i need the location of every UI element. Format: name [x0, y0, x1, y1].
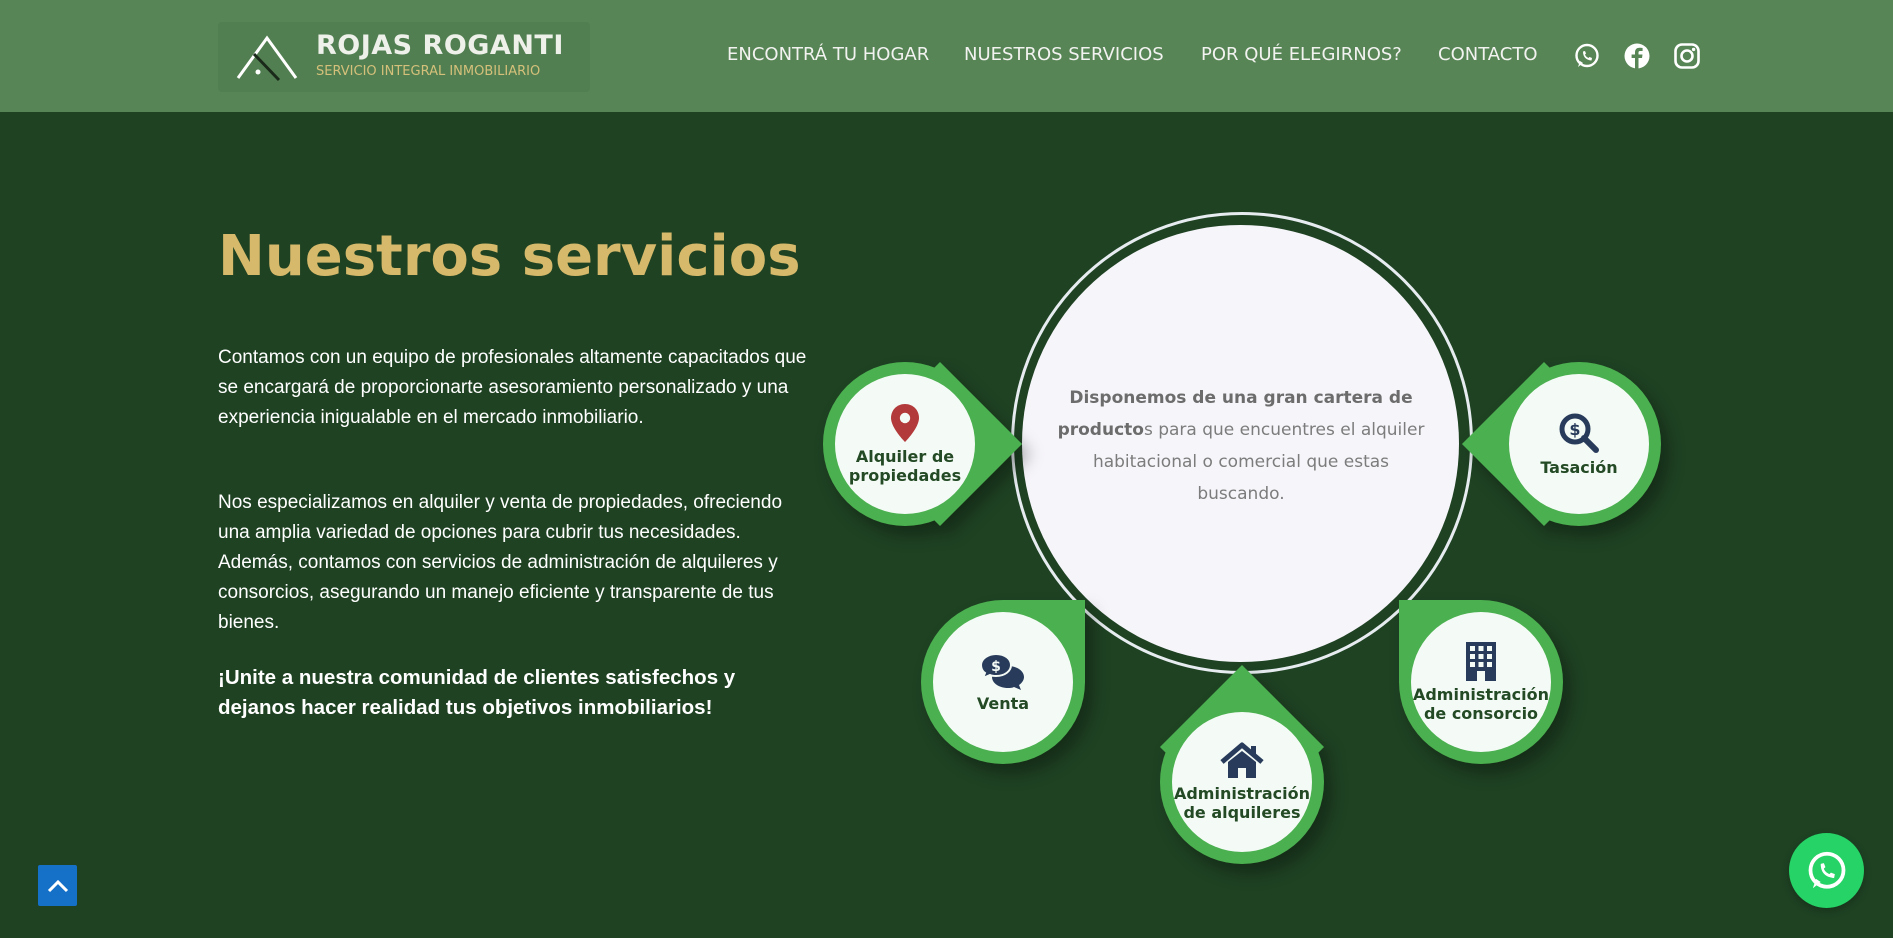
brand-logo[interactable]: ROJAS ROGANTI SERVICIO INTEGRAL INMOBILI…	[218, 22, 590, 92]
call-to-action-paragraph: ¡Unite a nuestra comunidad de clientes s…	[218, 666, 736, 719]
brand-name: ROJAS ROGANTI	[316, 30, 564, 61]
chevron-up-icon	[47, 879, 68, 892]
service-administracion-alquileres[interactable]: Administración de alquileres	[1159, 664, 1325, 864]
service-label: Tasación	[1540, 458, 1617, 477]
whatsapp-icon	[1808, 851, 1845, 889]
service-label-line1: Tasación	[1540, 457, 1618, 477]
dollar-search-icon: $	[1559, 413, 1599, 453]
instagram-icon[interactable]	[1673, 42, 1701, 70]
whatsapp-icon[interactable]	[1573, 42, 1601, 70]
nav-por-que-elegirnos[interactable]: POR QUÉ ELEGIRNOS?	[1201, 44, 1402, 65]
house-roof-logo-icon	[236, 35, 298, 82]
brand-tagline: SERVICIO INTEGRAL INMOBILIARIO	[316, 64, 541, 79]
service-administracion-consorcio[interactable]: Administración de consorcio	[1399, 600, 1563, 764]
service-label-line1: Administración	[1173, 784, 1311, 803]
house-icon	[1220, 742, 1264, 778]
building-icon	[1466, 642, 1496, 681]
scroll-to-top-button[interactable]	[38, 865, 77, 906]
service-label-line1: Venta	[976, 693, 1030, 713]
nav-encontra-tu-hogar[interactable]: ENCONTRÁ TU HOGAR	[727, 44, 929, 65]
service-label-line1: Alquiler de	[855, 447, 955, 466]
facebook-icon[interactable]	[1623, 42, 1651, 70]
service-alquiler-propiedades[interactable]: Alquiler de propiedades	[823, 361, 1023, 527]
service-label-line1: Administración	[1412, 685, 1550, 704]
services-description: Disponemos de una gran cartera de produc…	[1055, 382, 1427, 510]
service-tasacion[interactable]: $ Tasación	[1461, 361, 1661, 527]
service-label: Administración de alquileres	[1174, 784, 1310, 822]
service-label-line2: de consorcio	[1423, 704, 1539, 723]
section-title: Nuestros servicios	[218, 224, 801, 289]
nav-contacto[interactable]: CONTACTO	[1438, 44, 1538, 65]
service-label-line2: de alquileres	[1183, 803, 1301, 822]
svg-text:$: $	[991, 659, 1001, 675]
services-paragraph: Nos especializamos en alquiler y venta d…	[218, 492, 783, 633]
dollar-chat-icon: $	[980, 652, 1024, 690]
service-label: Administración de consorcio	[1413, 685, 1549, 723]
nav-nuestros-servicios[interactable]: NUESTROS SERVICIOS	[964, 44, 1164, 65]
intro-paragraph: Contamos con un equipo de profesionales …	[218, 347, 807, 428]
service-venta[interactable]: $ Venta	[921, 600, 1085, 764]
site-header: ROJAS ROGANTI SERVICIO INTEGRAL INMOBILI…	[0, 0, 1893, 112]
service-label-line2: propiedades	[848, 466, 962, 485]
service-label: Venta	[977, 694, 1029, 713]
whatsapp-chat-button[interactable]	[1789, 833, 1864, 908]
svg-text:$: $	[1569, 420, 1580, 439]
map-marker-icon	[891, 404, 919, 442]
service-label: Alquiler de propiedades	[849, 447, 961, 485]
